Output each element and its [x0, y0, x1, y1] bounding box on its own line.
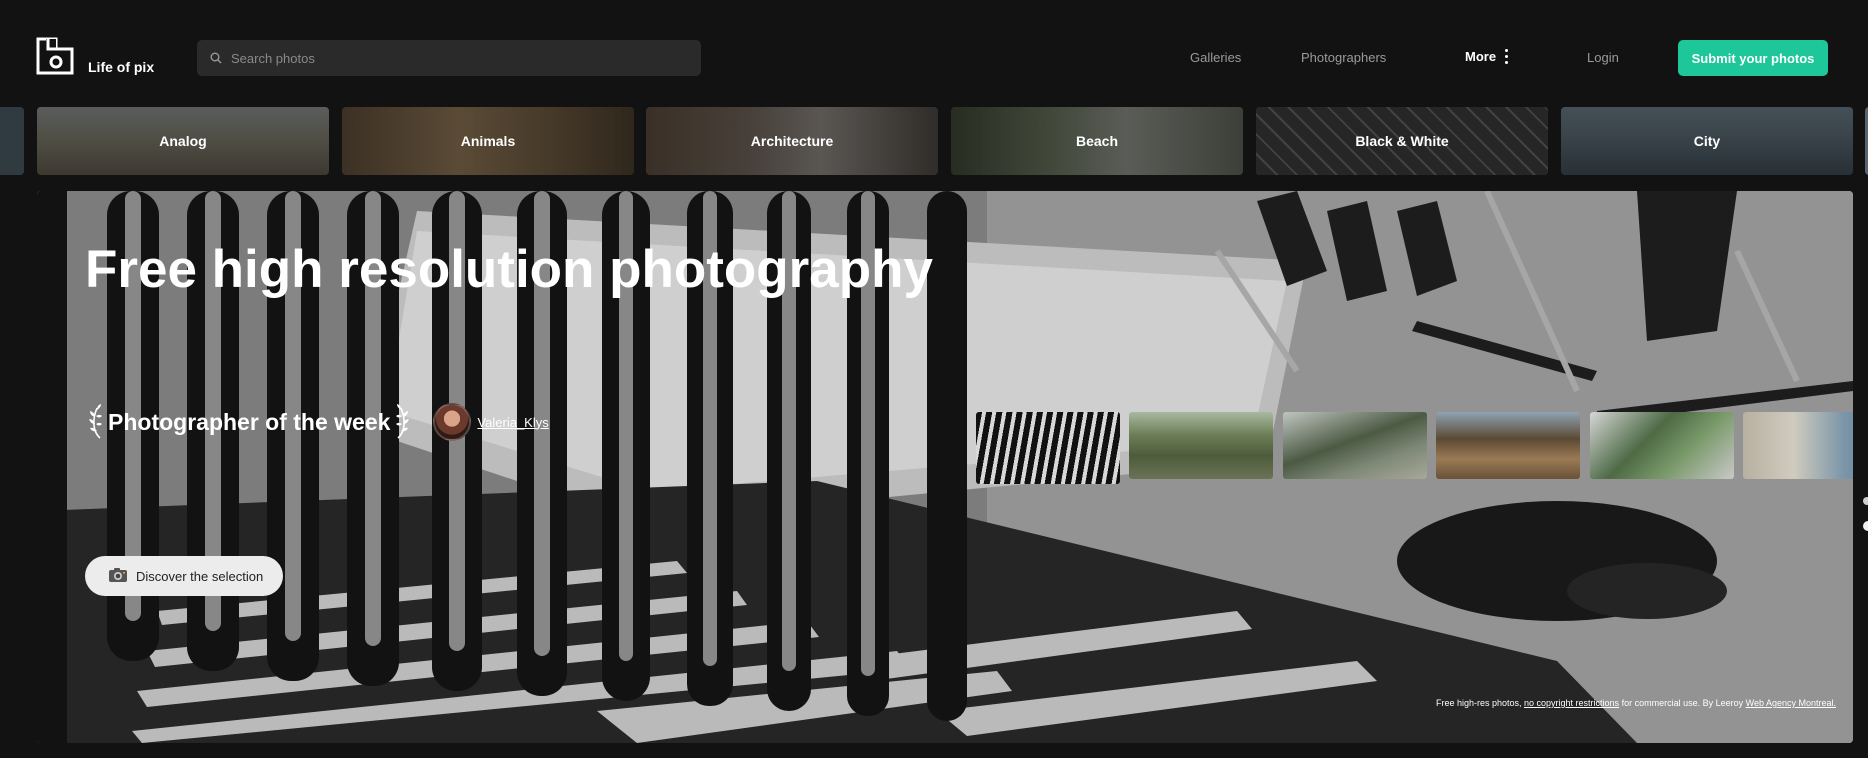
hero-banner: Free high resolution photography Photogr… [37, 191, 1853, 743]
nav-login[interactable]: Login [1587, 50, 1619, 65]
discover-selection-button[interactable]: Discover the selection [85, 556, 284, 596]
category-architecture[interactable]: Architecture [646, 107, 938, 175]
site-header: Life of pix Galleries Photographers More… [0, 0, 1868, 106]
thumbnail-fallen-tree[interactable] [1283, 412, 1427, 479]
scroll-indicator-active[interactable] [1863, 521, 1868, 531]
thumbnail-seaweed-rocks[interactable] [1436, 412, 1580, 479]
search-input[interactable] [231, 50, 671, 66]
logo-icon [36, 37, 74, 75]
site-name: Life of pix [88, 59, 155, 75]
scroll-indicator[interactable] [1863, 497, 1868, 505]
category-partial-left[interactable] [0, 107, 24, 175]
search-icon [210, 52, 222, 64]
nav-more-label: More [1465, 49, 1497, 64]
laurel-icon [89, 404, 105, 440]
nav-galleries[interactable]: Galleries [1190, 50, 1241, 65]
category-label: Analog [159, 133, 207, 149]
submit-photos-button[interactable]: Submit your photos [1678, 40, 1828, 76]
category-black-white[interactable]: Black & White [1256, 107, 1548, 175]
category-beach[interactable]: Beach [951, 107, 1243, 175]
site-logo[interactable]: Life of pix [36, 37, 154, 75]
search-bar[interactable] [197, 40, 701, 76]
thumbnail-tree-trunk-sea[interactable] [1743, 412, 1853, 479]
category-city[interactable]: City [1561, 107, 1853, 175]
photographer-link[interactable]: Valeria_Klys [477, 415, 548, 430]
potw-title: Photographer of the week [108, 408, 391, 435]
photographer-of-the-week: Photographer of the week Valeria_Klys [89, 403, 549, 441]
camera-icon [108, 567, 128, 586]
laurel-icon [393, 404, 410, 440]
category-label: Animals [460, 133, 516, 149]
category-label: City [1693, 133, 1721, 149]
hero-title: Free high resolution photography [85, 240, 933, 299]
photographer-thumbnails [976, 412, 1853, 484]
category-label: Architecture [750, 133, 834, 149]
category-carousel: Analog Animals Architecture Beach Black … [0, 106, 1868, 176]
category-label: Black & White [1355, 133, 1449, 149]
web-agency-link[interactable]: Web Agency Montreal. [1746, 698, 1836, 708]
category-animals[interactable]: Animals [342, 107, 634, 175]
category-analog[interactable]: Analog [37, 107, 329, 175]
thumbnail-green-cabin[interactable] [1129, 412, 1273, 479]
nav-more[interactable]: More [1465, 49, 1509, 64]
avatar[interactable] [433, 403, 472, 441]
category-label: Beach [1075, 133, 1119, 149]
nav-photographers[interactable]: Photographers [1301, 50, 1386, 65]
thumbnail-green-leaves[interactable] [1590, 412, 1734, 479]
thumbnail-chair-shadow-bw[interactable] [976, 412, 1120, 484]
no-copyright-link[interactable]: no copyright restrictions [1524, 698, 1619, 708]
kebab-icon [1505, 49, 1509, 64]
credit-line: Free high-res photos, no copyright restr… [1435, 698, 1836, 708]
discover-label: Discover the selection [136, 568, 264, 584]
